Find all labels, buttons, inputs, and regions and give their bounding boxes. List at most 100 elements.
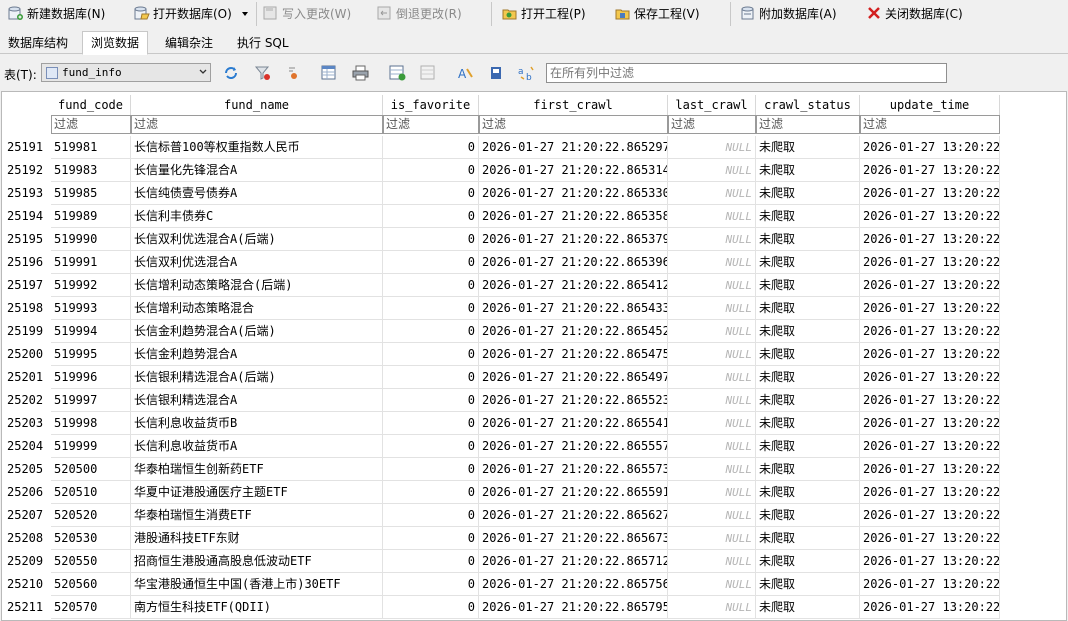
filter-fund-code[interactable]: 过滤	[51, 115, 131, 134]
clear-filters-icon[interactable]	[254, 65, 272, 81]
cell-fund-code[interactable]: 519990	[51, 228, 131, 251]
cell-last-crawl[interactable]: NULL	[668, 274, 756, 297]
cell-first-crawl[interactable]: 2026-01-27 21:20:22.865497	[479, 366, 668, 389]
cell-fund-name[interactable]: 长信双利优选混合A(后端)	[131, 228, 383, 251]
table-row[interactable]: 25200 519995 长信金利趋势混合A 0 2026-01-27 21:20:22…	[2, 343, 1002, 366]
cell-last-crawl[interactable]: NULL	[668, 205, 756, 228]
cell-is-favorite[interactable]: 0	[383, 412, 479, 435]
table-row[interactable]: 25205 520500 华泰柏瑞恒生创新药ETF 0 2026-01-27 21:20…	[2, 458, 1002, 481]
table-select[interactable]: fund_info	[41, 63, 211, 82]
cell-update-time[interactable]: 2026-01-27 13:20:22	[860, 504, 1000, 527]
cell-update-time[interactable]: 2026-01-27 13:20:22	[860, 412, 1000, 435]
cell-first-crawl[interactable]: 2026-01-27 21:20:22.865756	[479, 573, 668, 596]
cell-fund-code[interactable]: 519993	[51, 297, 131, 320]
cell-last-crawl[interactable]: NULL	[668, 596, 756, 619]
cell-is-favorite[interactable]: 0	[383, 228, 479, 251]
refresh-icon[interactable]	[222, 65, 240, 81]
cell-fund-code[interactable]: 520520	[51, 504, 131, 527]
cell-first-crawl[interactable]: 2026-01-27 21:20:22.865541	[479, 412, 668, 435]
cell-fund-name[interactable]: 长信双利优选混合A	[131, 251, 383, 274]
cell-crawl-status[interactable]: 未爬取	[756, 297, 860, 320]
cell-first-crawl[interactable]: 2026-01-27 21:20:22.865379	[479, 228, 668, 251]
cell-last-crawl[interactable]: NULL	[668, 527, 756, 550]
insert-record-icon[interactable]	[389, 65, 407, 81]
open-project-button[interactable]: 打开工程(P)	[502, 2, 586, 24]
table-row[interactable]: 25192 519983 长信量化先锋混合A 0 2026-01-27 21:20:22…	[2, 159, 1002, 182]
cell-is-favorite[interactable]: 0	[383, 159, 479, 182]
tab-database-structure[interactable]: 数据库结构	[0, 34, 76, 53]
tab-edit-pragmas[interactable]: 编辑杂注	[157, 34, 221, 53]
clear-sort-icon[interactable]	[285, 65, 303, 81]
tab-browse-data[interactable]: 浏览数据	[82, 31, 149, 55]
table-row[interactable]: 25193 519985 长信纯债壹号债券A 0 2026-01-27 21:20:22…	[2, 182, 1002, 205]
cell-crawl-status[interactable]: 未爬取	[756, 274, 860, 297]
cell-is-favorite[interactable]: 0	[383, 435, 479, 458]
cell-fund-code[interactable]: 520500	[51, 458, 131, 481]
cell-is-favorite[interactable]: 0	[383, 320, 479, 343]
cell-crawl-status[interactable]: 未爬取	[756, 389, 860, 412]
cell-last-crawl[interactable]: NULL	[668, 481, 756, 504]
filter-update-time[interactable]: 过滤	[860, 115, 1000, 134]
cell-crawl-status[interactable]: 未爬取	[756, 159, 860, 182]
column-header-first-crawl[interactable]: first_crawl	[479, 95, 668, 115]
filter-last-crawl[interactable]: 过滤	[668, 115, 756, 134]
attach-database-button[interactable]: 附加数据库(A)	[740, 2, 837, 24]
cell-update-time[interactable]: 2026-01-27 13:20:22	[860, 159, 1000, 182]
cell-update-time[interactable]: 2026-01-27 13:20:22	[860, 596, 1000, 619]
column-header-fund-code[interactable]: fund_code	[51, 95, 131, 115]
cell-first-crawl[interactable]: 2026-01-27 21:20:22.865433	[479, 297, 668, 320]
cell-update-time[interactable]: 2026-01-27 13:20:22	[860, 343, 1000, 366]
table-row[interactable]: 25195 519990 长信双利优选混合A(后端) 0 2026-01-27 21:2…	[2, 228, 1002, 251]
table-row[interactable]: 25197 519992 长信增利动态策略混合(后端) 0 2026-01-27 21:…	[2, 274, 1002, 297]
cell-crawl-status[interactable]: 未爬取	[756, 550, 860, 573]
cell-fund-name[interactable]: 长信标普100等权重指数人民币	[131, 136, 383, 159]
cell-fund-code[interactable]: 519996	[51, 366, 131, 389]
cell-crawl-status[interactable]: 未爬取	[756, 435, 860, 458]
cell-fund-code[interactable]: 519983	[51, 159, 131, 182]
cell-fund-code[interactable]: 519985	[51, 182, 131, 205]
table-row[interactable]: 25211 520570 南方恒生科技ETF(QDII) 0 2026-01-27 21…	[2, 596, 1002, 619]
cell-update-time[interactable]: 2026-01-27 13:20:22	[860, 389, 1000, 412]
cell-fund-code[interactable]: 520510	[51, 481, 131, 504]
cell-last-crawl[interactable]: NULL	[668, 159, 756, 182]
cell-update-time[interactable]: 2026-01-27 13:20:22	[860, 274, 1000, 297]
cell-first-crawl[interactable]: 2026-01-27 21:20:22.865573	[479, 458, 668, 481]
cell-first-crawl[interactable]: 2026-01-27 21:20:22.865452	[479, 320, 668, 343]
column-header-last-crawl[interactable]: last_crawl	[668, 95, 756, 115]
cell-crawl-status[interactable]: 未爬取	[756, 458, 860, 481]
cell-last-crawl[interactable]: NULL	[668, 251, 756, 274]
cell-last-crawl[interactable]: NULL	[668, 389, 756, 412]
cell-last-crawl[interactable]: NULL	[668, 550, 756, 573]
table-row[interactable]: 25207 520520 华泰柏瑞恒生消费ETF 0 2026-01-27 21:20:…	[2, 504, 1002, 527]
cell-is-favorite[interactable]: 0	[383, 136, 479, 159]
table-row[interactable]: 25206 520510 华夏中证港股通医疗主题ETF 0 2026-01-27 21:…	[2, 481, 1002, 504]
table-row[interactable]: 25208 520530 港股通科技ETF东财 0 2026-01-27 21:20:2…	[2, 527, 1002, 550]
cell-fund-name[interactable]: 长信利丰债券C	[131, 205, 383, 228]
cell-update-time[interactable]: 2026-01-27 13:20:22	[860, 366, 1000, 389]
cell-fund-name[interactable]: 长信银利精选混合A	[131, 389, 383, 412]
table-row[interactable]: 25203 519998 长信利息收益货币B 0 2026-01-27 21:20:22…	[2, 412, 1002, 435]
cell-first-crawl[interactable]: 2026-01-27 21:20:22.865795	[479, 596, 668, 619]
cell-crawl-status[interactable]: 未爬取	[756, 596, 860, 619]
cell-fund-code[interactable]: 519981	[51, 136, 131, 159]
cell-last-crawl[interactable]: NULL	[668, 182, 756, 205]
cell-fund-name[interactable]: 华夏中证港股通医疗主题ETF	[131, 481, 383, 504]
cell-first-crawl[interactable]: 2026-01-27 21:20:22.865396	[479, 251, 668, 274]
cell-fund-code[interactable]: 520550	[51, 550, 131, 573]
cell-is-favorite[interactable]: 0	[383, 504, 479, 527]
column-header-fund-name[interactable]: fund_name	[131, 95, 383, 115]
cell-is-favorite[interactable]: 0	[383, 550, 479, 573]
cell-fund-code[interactable]: 519991	[51, 251, 131, 274]
cell-fund-code[interactable]: 519992	[51, 274, 131, 297]
open-database-button[interactable]: 打开数据库(O)	[134, 2, 232, 24]
tab-execute-sql[interactable]: 执行 SQL	[229, 34, 297, 53]
cell-last-crawl[interactable]: NULL	[668, 320, 756, 343]
cell-is-favorite[interactable]: 0	[383, 205, 479, 228]
write-changes-button[interactable]: 写入更改(W)	[263, 2, 351, 24]
cell-is-favorite[interactable]: 0	[383, 458, 479, 481]
cell-fund-name[interactable]: 长信利息收益货币B	[131, 412, 383, 435]
cell-crawl-status[interactable]: 未爬取	[756, 573, 860, 596]
cell-first-crawl[interactable]: 2026-01-27 21:20:22.865673	[479, 527, 668, 550]
close-database-button[interactable]: 关闭数据库(C)	[866, 2, 963, 24]
cell-update-time[interactable]: 2026-01-27 13:20:22	[860, 527, 1000, 550]
